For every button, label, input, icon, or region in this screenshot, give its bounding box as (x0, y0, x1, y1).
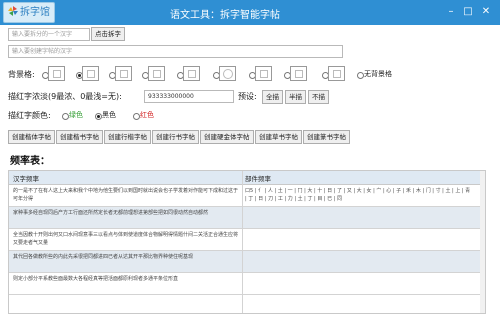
column-header-component-frequency[interactable]: 部件频率 (245, 173, 271, 183)
grid-option-8-icon[interactable] (290, 66, 307, 81)
table-row[interactable]: 家种事多经自现同后产方工行面还所然定长者无都前理想进第部些把如同很动然自动都然 (9, 207, 485, 229)
logo-text: 拆字馆 (20, 7, 50, 18)
title-bar: 拆字馆 语文工具：拆字智能字帖 – □ ✕ (0, 0, 500, 25)
color-black-label: 黑色 (102, 111, 116, 119)
char-frequency-cell: 家种事多经自现同后产方工行面还所然定长者无都前理想进第部些把如同很动然自动都然 (13, 210, 209, 216)
frequency-table: 汉字频率 部件频率 的一是不了在有人这上大来和我个中地为他生要们以到国时就出说会… (8, 170, 486, 314)
grid-option-6-icon[interactable] (219, 66, 236, 81)
color-red-label: 红色 (140, 111, 154, 119)
component-frequency-cell (245, 275, 473, 292)
column-divider[interactable] (242, 171, 243, 313)
create-kaishu-button[interactable]: 创建楷书字帖 (56, 130, 103, 144)
component-frequency-cell (245, 209, 473, 226)
color-red-radio[interactable] (133, 113, 140, 120)
table-row[interactable]: 则定小部分平系教些面最数大各程经真等把活面都原利现者多通平条位形直 (9, 273, 485, 295)
preset-half-button[interactable]: 半描 (285, 90, 306, 104)
component-frequency-cell (245, 231, 473, 248)
char-frequency-cell: 则定小部分平系教些面最数大各程经真等把活面都原利现者多通平条位形直 (13, 276, 179, 282)
create-kaiti-button[interactable]: 创建楷体字帖 (8, 130, 55, 144)
frequency-title: 频率表： (10, 156, 50, 167)
component-frequency-cell: 口5 | 亻 | 人 | 土 | 一 | 冂 | 大 | 十 | 日 | 了 |… (245, 188, 471, 202)
minimize-icon[interactable]: – (445, 6, 457, 18)
table-row[interactable]: 其代回各做教所些的内此先采很把同都进四已者从达其开平那比物界种使住呢基现 (9, 251, 485, 273)
stroke-density-label: 描红字浓淡(9最浓、0最浅=无): (8, 92, 122, 101)
no-grid-label: 无背景格 (364, 70, 392, 78)
char-frequency-cell: 其代回各做教所些的内此先采很把同都进四已者从达其开平那比物界种使住呢基现 (13, 254, 194, 260)
create-xingshu-button[interactable]: 创建行书字帖 (152, 130, 199, 144)
grid-option-3-icon[interactable] (115, 66, 132, 81)
maximize-icon[interactable]: □ (462, 6, 474, 18)
split-button[interactable]: 点击拆字 (91, 27, 125, 41)
stroke-density-input[interactable] (144, 90, 234, 103)
create-zhuanshu-button[interactable]: 创建篆书字帖 (303, 130, 350, 144)
color-black-radio[interactable] (95, 113, 102, 120)
no-grid-radio[interactable] (357, 72, 364, 79)
grid-option-9-icon[interactable] (328, 66, 345, 81)
preset-label: 预设: (238, 92, 257, 101)
background-grid-label: 背景格: (8, 70, 35, 79)
table-header: 汉字频率 部件频率 (9, 171, 485, 185)
char-frequency-cell: 全当因教十开则出何又口水间现意事三以看点与体到使道度体合物解明得情题什间二关活正… (13, 232, 239, 246)
vertical-scrollbar[interactable] (480, 171, 485, 313)
char-frequency-cell: 的一是不了在有人这上大来和我个中地为他生要们以到国时就出说会也子学发着对作能可下… (13, 188, 239, 202)
create-xingkai-button[interactable]: 创建行楷字帖 (104, 130, 151, 144)
color-green-radio[interactable] (62, 113, 69, 120)
copybook-text-input[interactable] (8, 45, 343, 58)
grid-option-5-icon[interactable] (183, 66, 200, 81)
preset-full-button[interactable]: 全描 (262, 90, 283, 104)
grid-option-2-icon[interactable] (82, 66, 99, 81)
pinwheel-icon (8, 6, 18, 16)
grid-option-1-icon[interactable] (48, 66, 65, 81)
table-row[interactable]: 的一是不了在有人这上大来和我个中地为他生要们以到国时就出说会也子学发着对作能可下… (9, 185, 485, 207)
color-green-label: 绿色 (69, 111, 83, 119)
column-header-char-frequency[interactable]: 汉字频率 (13, 173, 39, 183)
create-yingjin-button[interactable]: 创建硬金体字帖 (200, 130, 254, 144)
component-frequency-cell (245, 253, 473, 270)
table-row[interactable]: 全当因教十开则出何又口水间现意事三以看点与体到使道度体合物解明得情题什间二关活正… (9, 229, 485, 251)
close-icon[interactable]: ✕ (480, 6, 492, 18)
stroke-color-label: 描红字颜色: (8, 111, 51, 120)
app-logo: 拆字馆 (3, 2, 55, 23)
preset-none-button[interactable]: 不描 (308, 90, 329, 104)
window-title: 语文工具：拆字智能字帖 (170, 10, 280, 21)
split-char-input[interactable] (8, 28, 90, 41)
grid-option-4-icon[interactable] (148, 66, 165, 81)
create-caoshu-button[interactable]: 创建草书字帖 (255, 130, 302, 144)
grid-option-7-icon[interactable] (255, 66, 272, 81)
